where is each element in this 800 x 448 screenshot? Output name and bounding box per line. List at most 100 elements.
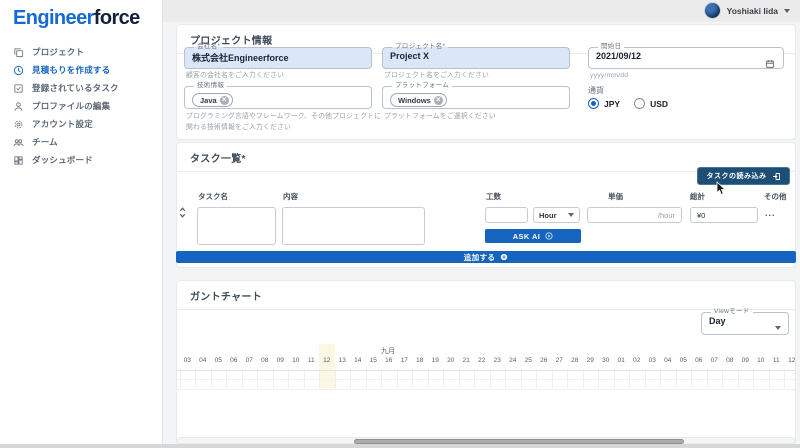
tech-chip[interactable]: Java× bbox=[192, 93, 233, 107]
project-helper: プロジェクト名をご入力ください bbox=[384, 71, 489, 82]
gantt-day-tick: 12 bbox=[319, 357, 335, 364]
top-bar: Yoshiaki Iida bbox=[163, 0, 800, 22]
radio-icon bbox=[634, 98, 645, 109]
row-more-button[interactable]: ... bbox=[765, 208, 776, 218]
col-task-name: タスク名 bbox=[198, 191, 228, 202]
currency-radios: JPY USD bbox=[588, 98, 668, 109]
gantt-day-tick: 17 bbox=[397, 357, 413, 364]
chevron-down-icon bbox=[775, 326, 781, 330]
gantt-day-tick: 11 bbox=[769, 357, 785, 364]
team-icon bbox=[13, 137, 24, 148]
gantt-header-line bbox=[177, 370, 795, 371]
gantt-day-tick: 02 bbox=[629, 357, 645, 364]
gantt-grid-line bbox=[177, 379, 795, 380]
radio-usd[interactable]: USD bbox=[634, 98, 668, 109]
gantt-day-tick: 09 bbox=[738, 357, 754, 364]
company-name-field[interactable]: 会社名* 株式会社Engineerforce bbox=[184, 44, 372, 69]
ask-ai-button[interactable]: ASK AI bbox=[485, 229, 581, 243]
user-menu[interactable]: Yoshiaki Iida bbox=[704, 2, 790, 19]
project-name-field[interactable]: プロジェクト名* Project X bbox=[382, 44, 570, 69]
task-name-textarea[interactable] bbox=[197, 207, 276, 245]
sidebar-item-label: 登録されているタスク bbox=[32, 82, 119, 94]
app-logo[interactable]: Engineerforce bbox=[13, 7, 140, 30]
import-icon bbox=[772, 172, 781, 181]
unit-select[interactable]: Hour bbox=[533, 207, 580, 223]
registered-tasks-icon bbox=[13, 83, 24, 94]
plus-circle-icon bbox=[500, 253, 508, 261]
sidebar-item-label: チーム bbox=[32, 136, 58, 148]
edit-profile-icon bbox=[13, 101, 24, 112]
gantt-day-tick: 24 bbox=[505, 357, 521, 364]
calendar-icon[interactable] bbox=[765, 59, 775, 69]
hours-input[interactable] bbox=[485, 207, 528, 223]
sidebar-item-label: プロファイルの編集 bbox=[32, 100, 110, 112]
task-content-textarea[interactable] bbox=[282, 207, 425, 245]
gantt-day-tick: 18 bbox=[412, 357, 428, 364]
sidebar-item-label: プロジェクト bbox=[32, 46, 84, 58]
account-settings-icon bbox=[13, 119, 24, 130]
gantt-month-label: 九月 bbox=[368, 346, 408, 356]
gantt-title: ガントチャート bbox=[177, 281, 795, 310]
gantt-day-tick: 06 bbox=[226, 357, 242, 364]
sidebar-item-6[interactable]: ダッシュボード bbox=[0, 151, 162, 169]
sidebar-item-label: 見積もりを作成する bbox=[32, 64, 110, 76]
company-helper: 顧客の会社名をご入力ください bbox=[186, 71, 284, 82]
gantt-day-tick: 20 bbox=[443, 357, 459, 364]
gantt-day-tick: 06 bbox=[691, 357, 707, 364]
tech-info-field[interactable]: 技術情報 Java× bbox=[184, 83, 372, 109]
col-unit-price: 単価 bbox=[608, 191, 623, 202]
gantt-day-tick: 04 bbox=[195, 357, 211, 364]
sidebar-item-5[interactable]: チーム bbox=[0, 133, 162, 151]
start-date-field[interactable]: 開始日 2021/09/12 bbox=[588, 44, 784, 69]
radio-jpy[interactable]: JPY bbox=[588, 98, 620, 109]
platform-helper: プラットフォームをご選択ください bbox=[384, 112, 496, 123]
user-name: Yoshiaki Iida bbox=[727, 6, 778, 16]
sidebar-item-0[interactable]: プロジェクト bbox=[0, 43, 162, 61]
window-bottom-edge bbox=[0, 444, 800, 448]
col-content: 内容 bbox=[283, 191, 298, 202]
scrollbar-thumb[interactable] bbox=[354, 439, 684, 444]
gantt-day-tick: 08 bbox=[722, 357, 738, 364]
total-input[interactable]: ¥0 bbox=[690, 207, 758, 223]
gantt-day-tick: 07 bbox=[242, 357, 258, 364]
gantt-today-highlight bbox=[319, 344, 335, 388]
gantt-day-tick: 03 bbox=[645, 357, 661, 364]
gantt-day-tick: 15 bbox=[366, 357, 382, 364]
chevron-down-icon bbox=[568, 213, 574, 217]
chip-remove-icon[interactable]: × bbox=[434, 96, 443, 105]
task-list-panel: タスク一覧* bbox=[176, 142, 796, 268]
sidebar-item-4[interactable]: アカウント設定 bbox=[0, 115, 162, 133]
sidebar-item-2[interactable]: 登録されているタスク bbox=[0, 79, 162, 97]
avatar[interactable] bbox=[704, 2, 721, 19]
horizontal-scrollbar[interactable] bbox=[177, 437, 795, 444]
gantt-day-tick: 11 bbox=[304, 357, 320, 364]
platform-field[interactable]: プラットフォーム Windows× bbox=[382, 83, 570, 109]
chip-remove-icon[interactable]: × bbox=[220, 96, 229, 105]
gantt-day-tick: 16 bbox=[381, 357, 397, 364]
gantt-timeline[interactable]: 九月02030405060708091011121314151617181920… bbox=[177, 344, 795, 390]
add-task-button[interactable]: 追加する bbox=[176, 251, 796, 263]
gantt-day-tick: 05 bbox=[676, 357, 692, 364]
platform-chip[interactable]: Windows× bbox=[390, 93, 447, 107]
gantt-day-tick: 25 bbox=[521, 357, 537, 364]
gantt-day-tick: 07 bbox=[707, 357, 723, 364]
col-hours: 工数 bbox=[486, 191, 501, 202]
chevron-down-icon bbox=[784, 9, 790, 13]
gantt-day-tick: 27 bbox=[552, 357, 568, 364]
unit-price-input[interactable]: /hour bbox=[587, 207, 682, 223]
create-estimate-icon bbox=[13, 65, 24, 76]
gantt-day-tick: 08 bbox=[257, 357, 273, 364]
gantt-day-tick: 01 bbox=[614, 357, 630, 364]
sidebar: Engineerforce プロジェクト見積もりを作成する登録されているタスクプ… bbox=[0, 0, 163, 448]
sidebar-item-label: ダッシュボード bbox=[32, 154, 93, 166]
view-mode-select[interactable]: Viewモード Day bbox=[701, 309, 789, 335]
load-tasks-button[interactable]: タスクの読み込み bbox=[697, 167, 790, 185]
sidebar-item-1[interactable]: 見積もりを作成する bbox=[0, 61, 162, 79]
play-circle-icon bbox=[545, 232, 553, 240]
col-other: その他 bbox=[764, 191, 787, 202]
sidebar-item-label: アカウント設定 bbox=[32, 118, 93, 130]
sidebar-item-3[interactable]: プロファイルの編集 bbox=[0, 97, 162, 115]
gantt-day-tick: 30 bbox=[598, 357, 614, 364]
gantt-day-tick: 28 bbox=[567, 357, 583, 364]
gantt-day-tick: 10 bbox=[753, 357, 769, 364]
